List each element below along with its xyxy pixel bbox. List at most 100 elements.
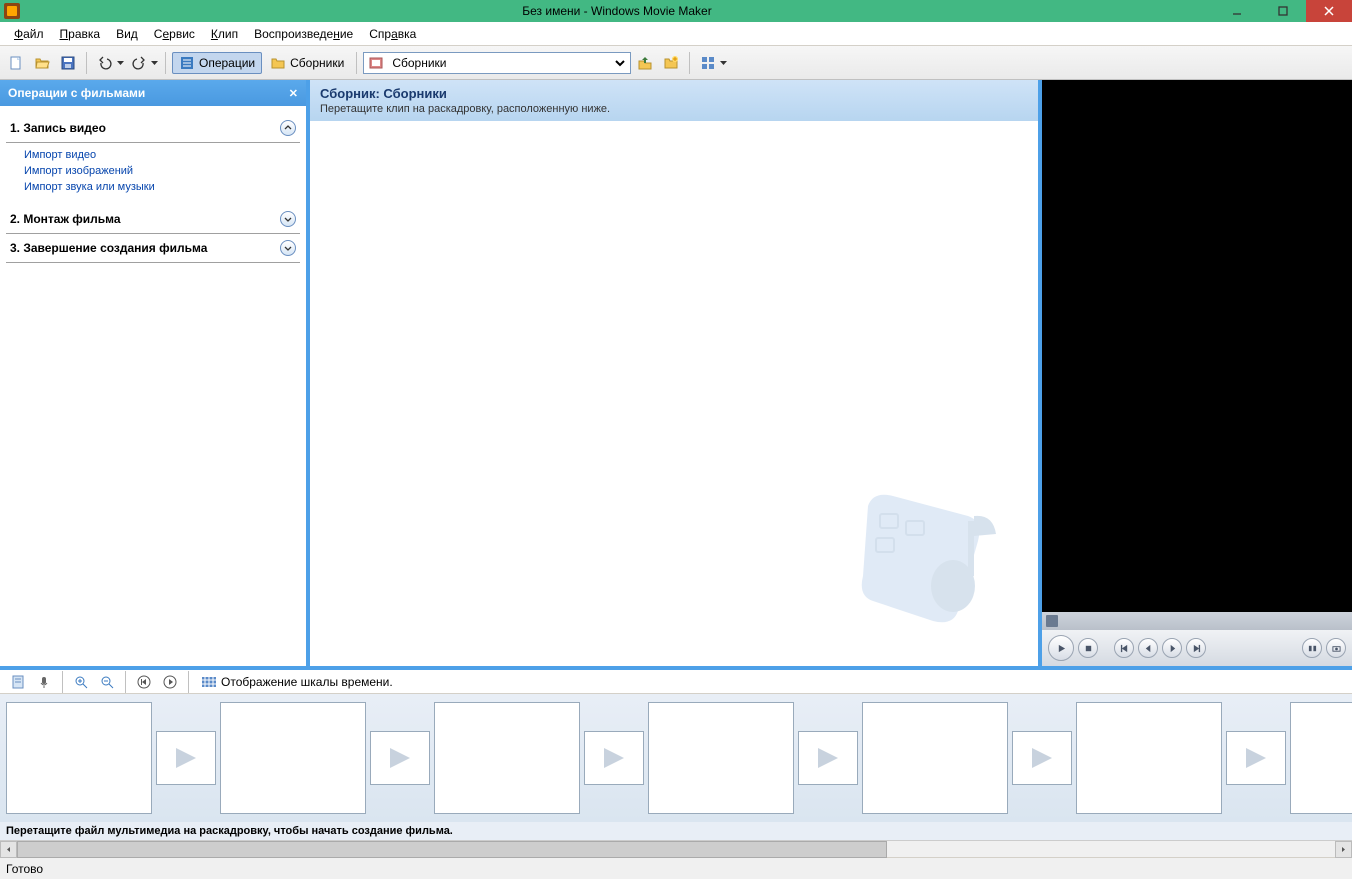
- timeline-toolbar: Отображение шкалы времени.: [0, 670, 1352, 694]
- title-bar: Без имени - Windows Movie Maker: [0, 0, 1352, 22]
- maximize-button[interactable]: [1260, 0, 1306, 22]
- collections-label: Сборники: [290, 56, 344, 70]
- scroll-left-button[interactable]: [0, 841, 17, 858]
- horizontal-scrollbar[interactable]: [0, 840, 1352, 857]
- main-area: Операции с фильмами ✕ 1. Запись видео Им…: [0, 80, 1352, 666]
- storyboard-slot[interactable]: [434, 702, 580, 814]
- storyboard-transition[interactable]: [370, 731, 430, 785]
- storyboard-transition[interactable]: [798, 731, 858, 785]
- open-button[interactable]: [30, 51, 54, 75]
- zoom-in-button[interactable]: [69, 670, 93, 694]
- status-text: Готово: [6, 862, 43, 876]
- storyboard[interactable]: [0, 694, 1352, 822]
- rewind-button[interactable]: [132, 670, 156, 694]
- seek-handle-icon[interactable]: [1046, 615, 1058, 627]
- list-icon: [179, 55, 195, 71]
- collection-area: Сборник: Сборники Перетащите клип на рас…: [310, 80, 1042, 666]
- menu-service[interactable]: Сервис: [146, 24, 203, 44]
- storyboard-slot[interactable]: [1076, 702, 1222, 814]
- task-link-import-video[interactable]: Импорт видео: [24, 147, 300, 163]
- menu-edit[interactable]: Правка: [52, 24, 109, 44]
- scroll-right-button[interactable]: [1335, 841, 1352, 858]
- menu-help[interactable]: Справка: [361, 24, 424, 44]
- task-link-import-audio[interactable]: Импорт звука или музыки: [24, 179, 300, 195]
- up-level-button[interactable]: [633, 51, 657, 75]
- chevron-down-icon: [280, 240, 296, 256]
- chevron-up-icon: [280, 120, 296, 136]
- menu-play[interactable]: Воспроизведение: [246, 24, 361, 44]
- menu-clip[interactable]: Клип: [203, 24, 246, 44]
- minimize-button[interactable]: [1214, 0, 1260, 22]
- task-pane: Операции с фильмами ✕ 1. Запись видео Им…: [0, 80, 310, 666]
- narrate-button[interactable]: [32, 670, 56, 694]
- collection-combo[interactable]: Сборники: [363, 52, 631, 74]
- collection-combo-icon: [368, 55, 384, 71]
- next-frame-button[interactable]: [1162, 638, 1182, 658]
- view-mode-button[interactable]: [696, 51, 720, 75]
- window-title: Без имени - Windows Movie Maker: [20, 4, 1214, 18]
- storyboard-slot[interactable]: [6, 702, 152, 814]
- storyboard-transition[interactable]: [1012, 731, 1072, 785]
- undo-dropdown[interactable]: [115, 61, 125, 65]
- task-section-capture-title: 1. Запись видео: [10, 121, 106, 135]
- chevron-down-icon: [280, 211, 296, 227]
- task-section-finish-title: 3. Завершение создания фильма: [10, 241, 207, 255]
- play-button[interactable]: [1048, 635, 1074, 661]
- close-button[interactable]: [1306, 0, 1352, 22]
- menu-bar: Файл Правка Вид Сервис Клип Воспроизведе…: [0, 22, 1352, 46]
- collection-title: Сборник: Сборники: [320, 86, 1028, 101]
- stop-button[interactable]: [1078, 638, 1098, 658]
- next-clip-button[interactable]: [1186, 638, 1206, 658]
- view-mode-dropdown[interactable]: [718, 61, 728, 65]
- folder-icon: [270, 55, 286, 71]
- storyboard-transition[interactable]: [584, 731, 644, 785]
- redo-button[interactable]: [127, 51, 151, 75]
- collection-select[interactable]: Сборники: [388, 55, 628, 71]
- prev-clip-button[interactable]: [1114, 638, 1134, 658]
- task-pane-title: Операции с фильмами: [8, 86, 145, 100]
- timeline-zone: Отображение шкалы времени. Перетащите фа…: [0, 666, 1352, 857]
- preview-controls: [1042, 630, 1352, 666]
- operations-label: Операции: [199, 56, 255, 70]
- collection-hint: Перетащите клип на раскадровку, располож…: [320, 103, 1028, 115]
- task-section-edit[interactable]: 2. Монтаж фильма: [6, 205, 300, 234]
- undo-button[interactable]: [93, 51, 117, 75]
- task-section-capture[interactable]: 1. Запись видео: [6, 114, 300, 143]
- preview-video: [1042, 80, 1352, 612]
- new-button[interactable]: [4, 51, 28, 75]
- task-pane-header: Операции с фильмами ✕: [0, 80, 306, 106]
- collections-toggle[interactable]: Сборники: [264, 53, 350, 73]
- storyboard-slot[interactable]: [220, 702, 366, 814]
- menu-view[interactable]: Вид: [108, 24, 146, 44]
- status-bar: Готово: [0, 857, 1352, 879]
- task-section-finish[interactable]: 3. Завершение создания фильма: [6, 234, 300, 263]
- timeline-view-toggle[interactable]: Отображение шкалы времени.: [195, 672, 399, 692]
- save-button[interactable]: [56, 51, 80, 75]
- task-pane-close-icon[interactable]: ✕: [289, 87, 298, 100]
- prev-frame-button[interactable]: [1138, 638, 1158, 658]
- split-clip-button[interactable]: [1302, 638, 1322, 658]
- snapshot-button[interactable]: [1326, 638, 1346, 658]
- menu-file[interactable]: Файл: [6, 24, 52, 44]
- toolbar: Операции Сборники Сборники: [0, 46, 1352, 80]
- preview-seek-bar[interactable]: [1042, 612, 1352, 630]
- storyboard-slot[interactable]: [862, 702, 1008, 814]
- storyboard-hint: Перетащите файл мультимедиа на раскадров…: [0, 822, 1352, 840]
- new-collection-button[interactable]: [659, 51, 683, 75]
- storyboard-transition[interactable]: [156, 731, 216, 785]
- storyboard-slot[interactable]: [648, 702, 794, 814]
- preview-pane: [1042, 80, 1352, 666]
- scroll-thumb[interactable]: [17, 841, 887, 858]
- storyboard-transition[interactable]: [1226, 731, 1286, 785]
- timeline-properties-button[interactable]: [6, 670, 30, 694]
- redo-dropdown[interactable]: [149, 61, 159, 65]
- timeline-toggle-label: Отображение шкалы времени.: [221, 675, 393, 689]
- operations-toggle[interactable]: Операции: [172, 52, 262, 74]
- storyboard-slot[interactable]: [1290, 702, 1352, 814]
- play-timeline-button[interactable]: [158, 670, 182, 694]
- watermark-icon: [838, 466, 1018, 646]
- task-link-import-images[interactable]: Импорт изображений: [24, 163, 300, 179]
- zoom-out-button[interactable]: [95, 670, 119, 694]
- timeline-icon: [201, 674, 217, 690]
- task-section-edit-title: 2. Монтаж фильма: [10, 212, 121, 226]
